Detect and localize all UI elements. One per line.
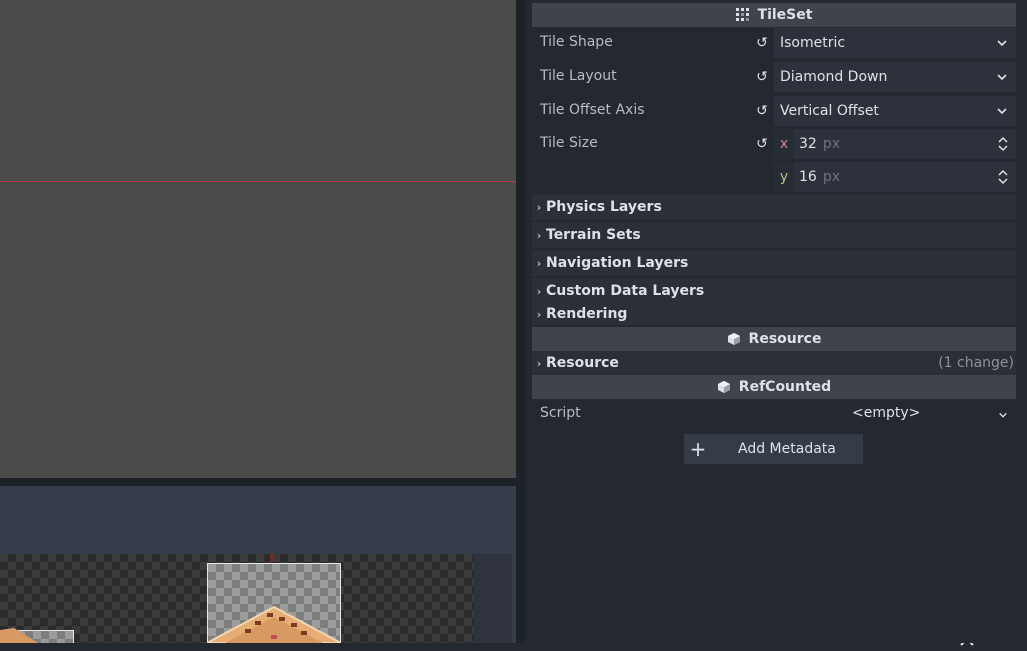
unit-label: px [822,169,840,185]
y-axis-label: y [774,162,794,192]
section-label: Physics Layers [546,199,662,215]
tile-size-x-value[interactable]: 32 [799,136,817,152]
tile-offset-axis-label: Tile Offset Axis [540,102,645,118]
section-label: Rendering [546,306,628,322]
section-custom-data-layers[interactable]: › Custom Data Layers [532,278,1016,304]
x-axis-line [0,181,516,182]
atlas-tile-selected[interactable] [207,563,341,643]
script-value: <empty> [852,405,921,421]
chevron-down-icon [999,412,1007,418]
tilemap-viewport[interactable] [0,0,516,478]
tile-layout-value: Diamond Down [780,69,888,85]
chevron-down-icon [997,40,1007,47]
section-rendering[interactable]: › Rendering [532,303,1016,325]
section-physics-layers[interactable]: › Physics Layers [532,194,1016,220]
revert-icon[interactable]: ↺ [754,69,770,85]
tile-offset-axis-dropdown[interactable]: Vertical Offset [774,96,1016,126]
refcounted-cube-icon [717,380,731,394]
section-terrain-sets[interactable]: › Terrain Sets [532,222,1016,248]
unit-label: px [822,136,840,152]
revert-icon[interactable]: ↺ [754,103,770,119]
tile-layout-dropdown[interactable]: Diamond Down [774,62,1016,92]
tile-shape-value: Isometric [780,35,846,51]
atlas-toolbar [474,554,974,646]
atlas-view[interactable] [0,554,474,643]
tile-shape-label: Tile Shape [540,34,613,50]
chevron-right-icon: › [536,307,542,321]
chevron-right-icon: › [536,256,542,270]
x-axis-label: x [774,129,794,159]
chevron-right-icon: › [536,356,542,370]
script-label: Script [540,405,581,421]
tile-size-x-spinbox[interactable]: x 32 px [774,129,1016,159]
chevron-down-icon [997,74,1007,81]
add-metadata-button[interactable]: + Add Metadata [684,434,863,464]
tile-offset-axis-value: Vertical Offset [780,103,879,119]
chevron-right-icon: › [536,228,542,242]
inspector-panel: TileSet Tile Shape ↺ Isometric Tile Layo… [526,0,1027,643]
resource-category-header: Resource [532,327,1016,351]
spin-arrows-icon[interactable] [998,169,1008,185]
tile-size-label: Tile Size [540,135,598,151]
refcounted-header-label: RefCounted [738,379,832,395]
section-label: Navigation Layers [546,255,689,271]
horizontal-splitter[interactable] [0,478,516,486]
add-metadata-label: Add Metadata [738,441,836,457]
plus-icon: + [689,437,707,461]
revert-icon[interactable]: ↺ [754,136,770,152]
spin-arrows-icon[interactable] [998,136,1008,152]
atlas-tile-art [0,628,39,643]
refcounted-category-header: RefCounted [532,375,1016,399]
resource-header-label: Resource [748,331,822,347]
chevron-down-icon [997,108,1007,115]
section-label: Resource [546,355,619,371]
chevron-right-icon: › [536,200,542,214]
vertical-splitter[interactable] [516,0,526,643]
resource-cube-icon [727,332,741,346]
isometric-tile-art [207,605,341,643]
tile-marker [270,554,274,562]
tile-size-y-spinbox[interactable]: y 16 px [774,162,1016,192]
change-count: (1 change) [938,355,1014,371]
section-label: Custom Data Layers [546,283,705,299]
section-label: Terrain Sets [546,227,641,243]
section-navigation-layers[interactable]: › Navigation Layers [532,250,1016,276]
tile-size-y-value[interactable]: 16 [799,169,817,185]
section-resource[interactable]: › Resource (1 change) [532,351,1016,375]
tileset-header-label: TileSet [757,7,813,23]
script-dropdown[interactable]: <empty> [852,405,1016,425]
chevron-right-icon: › [536,284,542,298]
tile-shape-dropdown[interactable]: Isometric [774,28,1016,58]
revert-icon[interactable]: ↺ [754,35,770,51]
tileset-category-header: TileSet [532,3,1016,27]
tileset-icon [735,8,750,22]
tile-layout-label: Tile Layout [540,68,617,84]
tileset-bottom-panel [0,486,974,646]
